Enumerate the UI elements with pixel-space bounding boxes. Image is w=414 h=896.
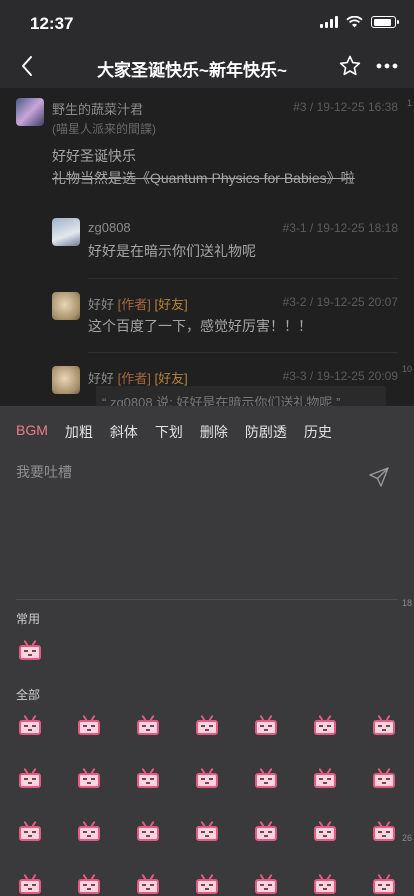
comment-floor-meta: #3 / 19-12-25 16:38 [293, 100, 398, 114]
bgm-tv-emoji-icon[interactable] [136, 820, 160, 842]
more-icon[interactable] [374, 54, 400, 78]
bold-button[interactable]: 加粗 [65, 422, 93, 442]
user-signature: (喵星人派来的間諜) [52, 122, 156, 136]
divider [88, 352, 398, 353]
bgm-tv-emoji-icon[interactable] [254, 820, 278, 842]
send-icon[interactable] [368, 466, 390, 488]
back-chevron-icon[interactable] [16, 54, 40, 78]
bgm-tv-emoji-icon[interactable] [77, 767, 101, 789]
nav-bar: 大家圣诞快乐~新年快乐~ [0, 46, 414, 88]
avatar[interactable] [52, 366, 80, 394]
reply-editor: BGM 加粗 斜体 下划 删除 防剧透 历史 我要吐槽 18 常用 全部 26 [0, 406, 414, 896]
battery-icon [371, 16, 399, 28]
bgm-tv-emoji-icon[interactable] [372, 767, 396, 789]
reply-username-text: 好好 [88, 371, 115, 386]
bgm-tv-emoji-icon[interactable] [77, 820, 101, 842]
status-time: 12:37 [30, 14, 74, 33]
reply-floor-meta: #3-2 / 19-12-25 20:07 [282, 295, 398, 309]
reply-text: 好好是在暗示你们送礼物呢 [88, 243, 256, 259]
reply-username[interactable]: zg0808 [88, 220, 131, 235]
bgm-tv-emoji-icon[interactable] [18, 820, 42, 842]
avatar[interactable] [52, 292, 80, 320]
bgm-tv-emoji-icon[interactable] [372, 873, 396, 895]
page-marker: 18 [401, 598, 412, 608]
star-icon[interactable] [338, 54, 362, 78]
comment-input[interactable]: 我要吐槽 [16, 462, 72, 482]
bgm-tv-emoji-icon[interactable] [136, 767, 160, 789]
divider [16, 599, 398, 600]
status-icons [320, 16, 399, 28]
divider [88, 278, 398, 279]
bgm-tv-emoji-icon[interactable] [313, 873, 337, 895]
underline-button[interactable]: 下划 [155, 422, 183, 442]
bgm-tv-emoji-icon[interactable] [195, 820, 219, 842]
status-bar: 12:37 [0, 0, 414, 46]
comment-username[interactable]: 野生的蔬菜汁君 [52, 99, 143, 118]
bgm-emoji-button[interactable]: BGM [16, 422, 48, 442]
bgm-tv-emoji-icon[interactable] [254, 873, 278, 895]
history-button[interactable]: 历史 [304, 422, 332, 442]
bgm-tv-emoji-icon[interactable] [254, 714, 278, 736]
editor-toolbar: BGM 加粗 斜体 下划 删除 防剧透 历史 [16, 422, 332, 442]
page-title: 大家圣诞快乐~新年快乐~ [97, 61, 287, 80]
bgm-tv-emoji-icon[interactable] [18, 639, 42, 661]
comment-text-line-1: 好好圣诞快乐 [52, 148, 136, 164]
common-emoji-label: 常用 [16, 612, 41, 626]
all-emoji-label: 全部 [16, 688, 41, 702]
author-tag: [作者] [117, 371, 151, 386]
bgm-tv-emoji-icon[interactable] [313, 820, 337, 842]
bgm-tv-emoji-icon[interactable] [254, 767, 278, 789]
reply-username[interactable]: 好好 [作者] [好友] [88, 368, 188, 387]
bgm-tv-emoji-icon[interactable] [18, 873, 42, 895]
reply-quote: “ zg0808 说: 好好是在暗示你们送礼物呢 ” [96, 386, 386, 406]
page-marker: 1 [406, 98, 412, 108]
bgm-tv-emoji-icon[interactable] [195, 873, 219, 895]
friend-tag: [好友] [154, 297, 188, 312]
page-marker: 26 [401, 833, 412, 843]
bgm-tv-emoji-icon[interactable] [136, 873, 160, 895]
bgm-tv-emoji-icon[interactable] [18, 714, 42, 736]
avatar[interactable] [16, 98, 44, 126]
reply-username[interactable]: 好好 [作者] [好友] [88, 294, 188, 313]
bgm-tv-emoji-icon[interactable] [372, 714, 396, 736]
bgm-tv-emoji-icon[interactable] [18, 767, 42, 789]
bgm-tv-emoji-icon[interactable] [195, 714, 219, 736]
bgm-tv-emoji-icon[interactable] [372, 820, 396, 842]
reply-text: 这个百度了一下，感觉好厉害！！！ [88, 318, 312, 334]
friend-tag: [好友] [154, 371, 188, 386]
reply-floor-meta: #3-3 / 19-12-25 20:09 [282, 369, 398, 383]
comment-list: 野生的蔬菜汁君 (喵星人派来的間諜) #3 / 19-12-25 16:38 好… [0, 88, 414, 406]
comment-text-line-2: 礼物当然是选《Quantum Physics for Babies》啦 [52, 170, 355, 186]
bgm-tv-emoji-icon[interactable] [136, 714, 160, 736]
cellular-signal-icon [320, 16, 338, 28]
author-tag: [作者] [117, 297, 151, 312]
spoiler-button[interactable]: 防剧透 [245, 422, 287, 442]
bgm-tv-emoji-icon[interactable] [313, 767, 337, 789]
reply-username-text: 好好 [88, 297, 115, 312]
bgm-tv-emoji-icon[interactable] [313, 714, 337, 736]
wifi-icon [346, 16, 363, 28]
bgm-tv-emoji-icon[interactable] [77, 873, 101, 895]
avatar[interactable] [52, 218, 80, 246]
page-marker: 10 [401, 364, 412, 374]
reply-floor-meta: #3-1 / 19-12-25 18:18 [282, 221, 398, 235]
strikethrough-button[interactable]: 删除 [200, 422, 228, 442]
italic-button[interactable]: 斜体 [110, 422, 138, 442]
bgm-tv-emoji-icon[interactable] [77, 714, 101, 736]
bgm-tv-emoji-icon[interactable] [195, 767, 219, 789]
